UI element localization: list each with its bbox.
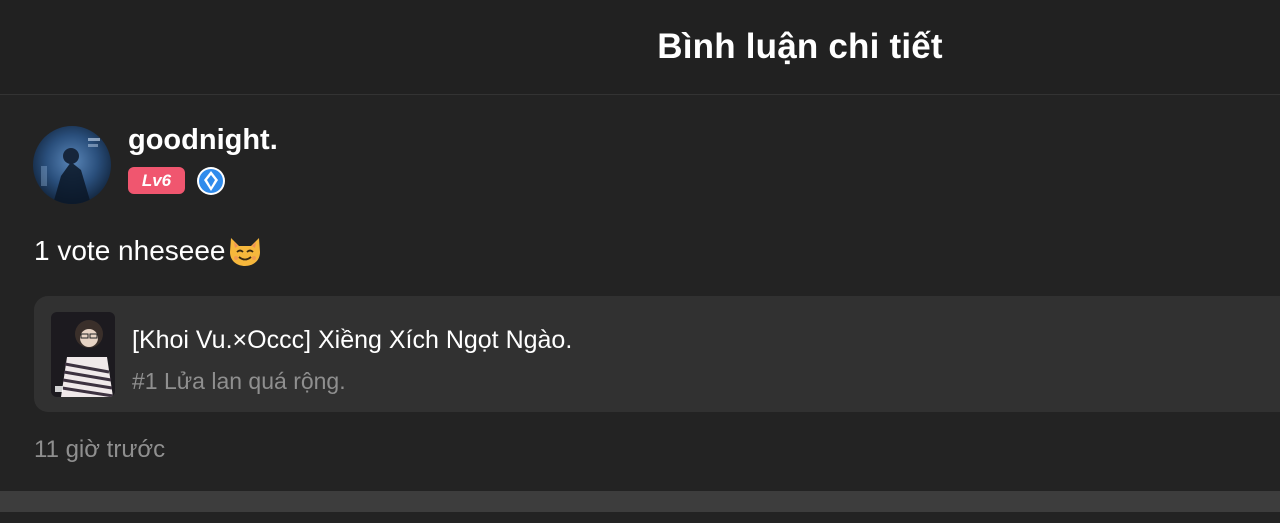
- smiling-cat-emoji-icon: [227, 234, 263, 268]
- story-title: [Khoi Vu.×Occc] Xiềng Xích Ngọt Ngào.: [132, 326, 573, 354]
- story-chapter: #1 Lửa lan quá rộng.: [132, 368, 346, 394]
- header-bar: Bình luận chi tiết: [0, 0, 1280, 95]
- divider: [0, 491, 1280, 512]
- story-cover-image: [51, 312, 115, 397]
- username[interactable]: goodnight.: [128, 124, 278, 157]
- page-title: Bình luận chi tiết: [657, 27, 943, 66]
- comment-body: 1 vote nheseee: [34, 235, 226, 266]
- level-badge: Lv6: [128, 167, 185, 194]
- comment-timestamp: 11 giờ trước: [34, 436, 166, 463]
- rank-badge-icon: [196, 166, 226, 196]
- comment-text: 1 vote nheseee: [34, 234, 263, 268]
- avatar[interactable]: [33, 126, 111, 204]
- story-card[interactable]: [Khoi Vu.×Occc] Xiềng Xích Ngọt Ngào. #1…: [34, 296, 1280, 412]
